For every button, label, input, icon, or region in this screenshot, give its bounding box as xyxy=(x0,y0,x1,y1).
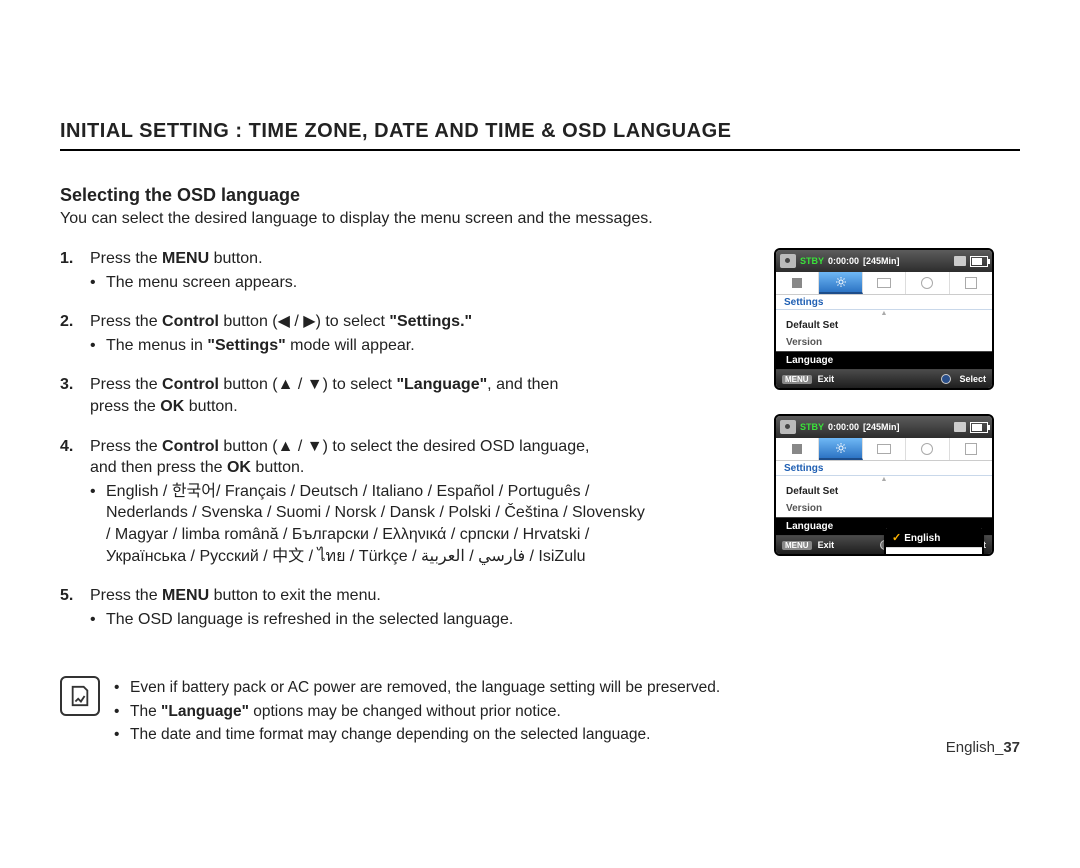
step-text-line2: press the OK button. xyxy=(90,398,238,415)
settings-label: Settings xyxy=(776,461,992,476)
step-sub: • The menu screen appears. xyxy=(90,272,760,294)
menu-area: ▲ Default Set Version Language ✓English … xyxy=(776,476,992,536)
screenshots-column: STBY 0:00:00 [245Min] xyxy=(774,248,994,556)
note-icon xyxy=(60,676,100,716)
notes-block: •Even if battery pack or AC power are re… xyxy=(60,676,1020,746)
tab-disc-icon[interactable] xyxy=(906,438,949,460)
check-icon: ✓ xyxy=(892,532,901,544)
tab-disc-icon[interactable] xyxy=(906,272,949,294)
menu-row-default-set[interactable]: Default Set xyxy=(776,317,992,334)
bottom-bar: MENU Exit Select xyxy=(776,370,992,388)
menu-row-version[interactable]: Version xyxy=(776,500,992,517)
step-text-line2: and then press the OK button. xyxy=(90,459,304,476)
menu-chip[interactable]: MENU xyxy=(782,541,812,550)
step-text: Press the MENU button. xyxy=(90,250,263,267)
page-title: INITIAL SETTING : TIME ZONE, DATE AND TI… xyxy=(60,120,1020,151)
tab-tools-icon[interactable] xyxy=(950,272,992,294)
sd-card-icon xyxy=(954,422,966,432)
battery-icon xyxy=(970,422,988,433)
gear-icon xyxy=(835,442,847,454)
section-intro: You can select the desired language to d… xyxy=(60,210,780,228)
note-item: •The "Language" options may be changed w… xyxy=(114,700,720,723)
status-bar: STBY 0:00:00 [245Min] xyxy=(776,250,992,272)
step-number: 1. xyxy=(60,248,73,270)
menu-row-version[interactable]: Version xyxy=(776,334,992,351)
manual-page: INITIAL SETTING : TIME ZONE, DATE AND TI… xyxy=(0,0,1080,786)
menu-chip[interactable]: MENU xyxy=(782,375,812,384)
notes-list: •Even if battery pack or AC power are re… xyxy=(114,676,720,746)
step-text: Press the Control button (▲ / ▼) to sele… xyxy=(90,376,558,393)
scroll-up-hint: ▲ xyxy=(776,476,992,483)
language-popup: ✓English 한국어 Français ▼ xyxy=(884,526,984,556)
tab-tools-icon[interactable] xyxy=(950,438,992,460)
step-2: 2. Press the Control button (◀ / ▶) to s… xyxy=(60,311,760,356)
tab-grid-icon[interactable] xyxy=(776,438,819,460)
battery-icon xyxy=(970,256,988,267)
step-sub-languages: • English / 한국어/ Français / Deutsch / It… xyxy=(90,481,760,567)
tab-settings-gear[interactable] xyxy=(819,272,862,294)
step-4: 4. Press the Control button (▲ / ▼) to s… xyxy=(60,436,760,568)
menu-area: ▲ Default Set Version Language xyxy=(776,310,992,370)
instructions: 1. Press the MENU button. • The menu scr… xyxy=(60,248,760,648)
popup-row-korean[interactable]: 한국어 xyxy=(886,548,982,556)
gear-icon xyxy=(835,276,847,288)
step-sub: • The menus in "Settings" mode will appe… xyxy=(90,335,760,357)
arrow-left-right-icon: ◀ / ▶ xyxy=(278,313,316,330)
step-number: 3. xyxy=(60,374,73,396)
remain-time: [245Min] xyxy=(863,256,900,266)
page-footer: English_37 xyxy=(946,739,1020,756)
footer-lang: English xyxy=(946,739,995,756)
screenshot-language-popup: STBY 0:00:00 [245Min] xyxy=(774,414,994,556)
note-item: •Even if battery pack or AC power are re… xyxy=(114,676,720,699)
tab-grid-icon[interactable] xyxy=(776,272,819,294)
settings-label: Settings xyxy=(776,295,992,310)
camera-icon xyxy=(780,420,796,434)
step-5: 5. Press the MENU button to exit the men… xyxy=(60,585,760,630)
step-text: Press the MENU button to exit the menu. xyxy=(90,587,381,604)
scroll-up-hint: ▲ xyxy=(776,310,992,317)
tab-settings-gear[interactable] xyxy=(819,438,862,460)
select-label: Select xyxy=(959,374,986,384)
menu-row-default-set[interactable]: Default Set xyxy=(776,483,992,500)
tab-bar xyxy=(776,272,992,295)
stby-label: STBY xyxy=(800,256,824,266)
step-text: Press the Control button (◀ / ▶) to sele… xyxy=(90,313,472,330)
rec-time: 0:00:00 xyxy=(828,256,859,266)
camera-icon xyxy=(780,254,796,268)
ok-ring-icon xyxy=(941,374,951,384)
status-bar: STBY 0:00:00 [245Min] xyxy=(776,416,992,438)
note-item: •The date and time format may change dep… xyxy=(114,723,720,746)
arrow-up-down-icon: ▲ / ▼ xyxy=(278,376,323,393)
section-title: Selecting the OSD language xyxy=(60,185,1020,206)
step-number: 2. xyxy=(60,311,73,333)
step-sub: • The OSD language is refreshed in the s… xyxy=(90,609,760,631)
step-1: 1. Press the MENU button. • The menu scr… xyxy=(60,248,760,293)
menu-row-language-selected[interactable]: Language xyxy=(776,351,992,370)
stby-label: STBY xyxy=(800,422,824,432)
popup-row-english-selected[interactable]: ✓English xyxy=(886,528,982,548)
step-number: 5. xyxy=(60,585,73,607)
step-number: 4. xyxy=(60,436,73,458)
exit-label: Exit xyxy=(818,374,835,384)
sd-card-icon xyxy=(954,256,966,266)
tab-camera-icon[interactable] xyxy=(863,272,906,294)
remain-time: [245Min] xyxy=(863,422,900,432)
tab-bar xyxy=(776,438,992,461)
tab-camera-icon[interactable] xyxy=(863,438,906,460)
step-text: Press the Control button (▲ / ▼) to sele… xyxy=(90,438,589,455)
screenshot-settings-menu: STBY 0:00:00 [245Min] xyxy=(774,248,994,390)
step-3: 3. Press the Control button (▲ / ▼) to s… xyxy=(60,374,760,417)
content-row: 1. Press the MENU button. • The menu scr… xyxy=(60,248,1020,648)
exit-label: Exit xyxy=(818,540,835,550)
arrow-up-down-icon: ▲ / ▼ xyxy=(278,438,323,455)
rec-time: 0:00:00 xyxy=(828,422,859,432)
footer-page-number: 37 xyxy=(1003,739,1020,756)
